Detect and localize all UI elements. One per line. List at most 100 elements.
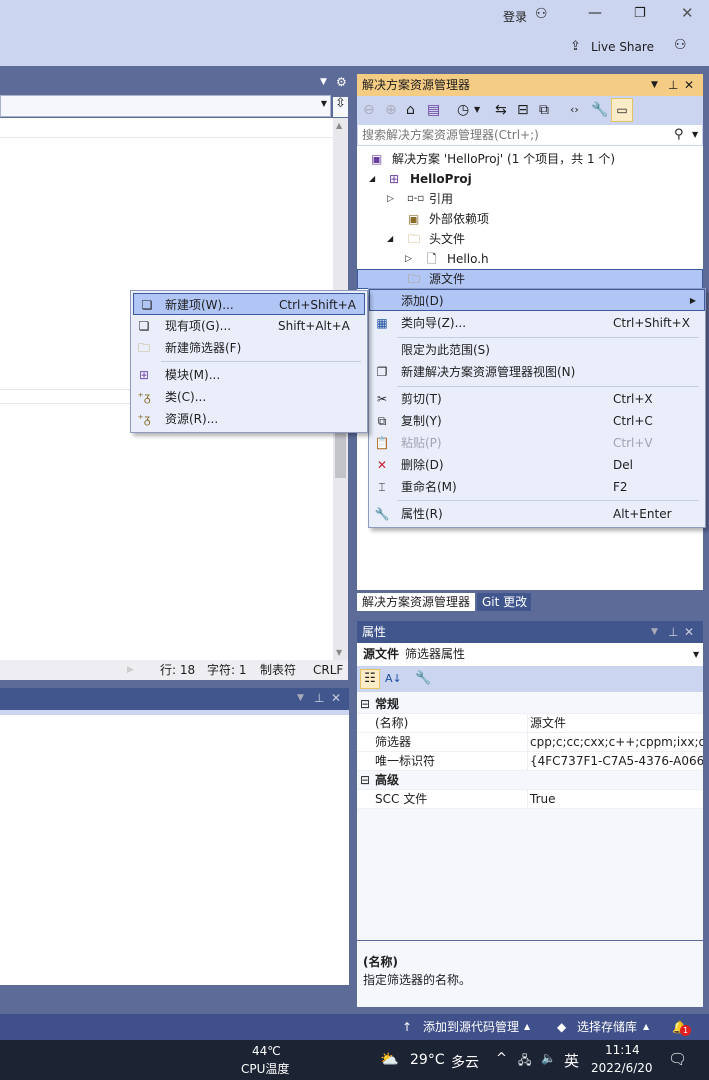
property-value[interactable]: True <box>527 790 703 808</box>
pin-icon[interactable]: ⊥ <box>668 74 678 96</box>
dropdown-icon[interactable]: ▼ <box>474 96 480 124</box>
dropdown-icon[interactable]: ▼ <box>651 621 658 643</box>
close-button[interactable]: ✕ <box>681 6 694 21</box>
menu-item-class-wizard[interactable]: ▦ 类向导(Z)... Ctrl+Shift+X <box>369 312 705 334</box>
category-general[interactable]: ⊟ 常规 <box>357 695 703 714</box>
action-center-icon[interactable]: 🗨 <box>668 1050 687 1068</box>
close-icon[interactable]: ✕ <box>684 621 694 643</box>
back-icon[interactable]: ⊖ <box>363 96 375 124</box>
property-row[interactable]: 唯一标识符 {4FC737F1-C7A5-4376-A066-2 <box>357 752 703 771</box>
select-repo-button[interactable]: 选择存储库 <box>577 1014 637 1040</box>
switch-views-icon[interactable]: ▤ <box>427 96 440 124</box>
clock-time[interactable]: 11:14 <box>605 1043 640 1057</box>
sort-alpha-icon[interactable]: A↓ <box>385 666 402 692</box>
split-icon[interactable]: ⇳ <box>333 97 348 117</box>
dropdown-icon[interactable]: ▼ <box>320 78 327 87</box>
pending-changes-icon[interactable]: ◷ <box>457 96 469 124</box>
tree-item-external-deps[interactable]: ▣ 外部依赖项 <box>357 209 703 229</box>
menu-item-paste[interactable]: 📋 粘贴(P) Ctrl+V <box>369 432 705 454</box>
signin-link[interactable]: 登录 <box>503 8 527 25</box>
search-input[interactable]: 搜索解决方案资源管理器(Ctrl+;) ⚲ ▼ <box>357 124 703 146</box>
property-pages-icon[interactable]: 🔧 <box>415 666 431 692</box>
class-icon: ⁺ᵹ <box>137 390 151 404</box>
menu-item-new-view[interactable]: ❐ 新建解决方案资源管理器视图(N) <box>369 361 705 383</box>
copy-icon: ⧉ <box>377 414 387 428</box>
navigation-dropdown[interactable]: ▼ <box>0 95 331 117</box>
forward-icon[interactable]: ⊕ <box>385 96 397 124</box>
menu-item-properties[interactable]: 🔧 属性(R) Alt+Enter <box>369 503 705 525</box>
tab-solution-explorer[interactable]: 解决方案资源管理器 <box>357 593 475 611</box>
menu-item-add[interactable]: 添加(D) ▶ <box>369 289 705 311</box>
pin-icon[interactable]: ⊥ <box>668 621 678 643</box>
collapse-all-icon[interactable]: ⊟ <box>517 96 529 124</box>
wrench-icon[interactable]: 🔧 <box>591 96 608 124</box>
menu-item-copy[interactable]: ⧉ 复制(Y) Ctrl+C <box>369 410 705 432</box>
menu-item-resource[interactable]: ⁺ᵹ 资源(R)... <box>131 408 367 430</box>
menu-item-new-item[interactable]: ❏ 新建项(W)... Ctrl+Shift+A <box>133 293 365 315</box>
menu-item-scope[interactable]: 限定为此范围(S) <box>369 339 705 361</box>
live-share-button[interactable]: Live Share <box>591 40 654 54</box>
chevron-up-icon[interactable]: ^ <box>496 1051 507 1066</box>
description-text: 指定筛选器的名称。 <box>363 973 472 987</box>
property-value[interactable]: cpp;c;cc;cxx;c++;cppm;ixx;def; <box>527 733 703 751</box>
home-icon[interactable]: ⌂ <box>406 96 415 124</box>
menu-item-delete[interactable]: ✕ 删除(D) Del <box>369 454 705 476</box>
tab-indicator[interactable]: 制表符 <box>260 660 296 680</box>
arrow-up-icon: ↑ <box>402 1020 413 1034</box>
ime-indicator[interactable]: 英 <box>564 1050 579 1071</box>
close-icon[interactable]: ✕ <box>684 74 694 96</box>
object-selector[interactable]: 源文件 筛选器属性 ▼ <box>357 643 703 666</box>
weather-text[interactable]: 多云 <box>451 1052 479 1072</box>
dropdown-icon[interactable]: ▼ <box>692 125 698 145</box>
close-icon[interactable]: ✕ <box>331 691 341 705</box>
property-row[interactable]: 筛选器 cpp;c;cc;cxx;c++;cppm;ixx;def; <box>357 733 703 752</box>
dropdown-icon[interactable]: ▼ <box>651 74 658 96</box>
tree-item-project[interactable]: ◢ ⊞ HelloProj <box>357 169 703 189</box>
tree-item-references[interactable]: ▷ ▫-▫ 引用 <box>357 189 703 209</box>
dropdown-icon[interactable]: ▼ <box>693 643 699 666</box>
tree-item-hello-h[interactable]: ▷ 🗋 Hello.h <box>357 249 703 269</box>
menu-item-module[interactable]: ⊞ 模块(M)... <box>131 364 367 386</box>
add-source-control-button[interactable]: 添加到源代码管理 <box>423 1014 519 1040</box>
tab-git-changes[interactable]: Git 更改 <box>477 593 531 611</box>
preview-icon[interactable]: ▭ <box>611 98 633 122</box>
sync-icon[interactable]: ⇆ <box>495 96 507 124</box>
category-advanced[interactable]: ⊟ 高级 <box>357 771 703 790</box>
search-icon[interactable]: ⚲ <box>674 125 684 145</box>
clock-date[interactable]: 2022/6/20 <box>591 1061 653 1075</box>
property-row[interactable]: SCC 文件 True <box>357 790 703 809</box>
solution-explorer-header: 解决方案资源管理器 ▼ ⊥ ✕ <box>357 74 703 96</box>
menu-item-rename[interactable]: ⌶ 重命名(M) F2 <box>369 476 705 498</box>
property-row[interactable]: (名称) 源文件 <box>357 714 703 733</box>
tree-item-solution[interactable]: ▣ 解决方案 'HelloProj' (1 个项目，共 1 个) <box>357 149 703 169</box>
tree-item-header-files[interactable]: ◢ 🗀 头文件 <box>357 229 703 249</box>
menu-item-class[interactable]: ⁺ᵹ 类(C)... <box>131 386 367 408</box>
show-all-files-icon[interactable]: ⧉ <box>539 96 549 124</box>
module-icon: ⊞ <box>138 368 150 382</box>
volume-icon[interactable]: 🔈 <box>541 1051 556 1065</box>
tree-item-source-files[interactable]: 🗀 源文件 <box>357 269 703 289</box>
property-value[interactable]: {4FC737F1-C7A5-4376-A066-2 <box>527 752 703 770</box>
pin-icon[interactable]: ⊥ <box>314 691 324 705</box>
property-value[interactable]: 源文件 <box>527 714 703 732</box>
categorized-icon[interactable]: ☷ <box>360 669 380 689</box>
dropdown-icon[interactable]: ▼ <box>297 693 304 703</box>
scrollbar-thumb[interactable] <box>335 428 346 478</box>
solution-explorer-toolbar: ⊖ ⊕ ⌂ ▤ ◷ ▼ ⇆ ⊟ ⧉ ‹› 🔧 ▭ <box>357 96 703 124</box>
weather-temp[interactable]: 29°C <box>410 1052 445 1068</box>
menu-item-existing-item[interactable]: ❏ 现有项(G)... Shift+Alt+A <box>131 315 367 337</box>
minimize-button[interactable]: — <box>588 6 602 20</box>
delete-icon: ✕ <box>376 458 388 472</box>
feedback-icon[interactable]: ⚇ <box>674 38 687 52</box>
share-icon: ⇪ <box>570 39 581 54</box>
restore-button[interactable]: ❐ <box>634 7 646 20</box>
tree-label: 外部依赖项 <box>429 212 490 226</box>
account-icon[interactable]: ⚇ <box>535 7 548 21</box>
property-key: 筛选器 <box>375 735 412 749</box>
menu-item-new-filter[interactable]: 🗀 新建筛选器(F) <box>131 337 367 359</box>
network-icon[interactable]: 🖧 <box>518 1051 531 1072</box>
eol-indicator[interactable]: CRLF <box>313 660 343 680</box>
code-view-icon[interactable]: ‹› <box>570 96 579 124</box>
menu-item-cut[interactable]: ✂ 剪切(T) Ctrl+X <box>369 388 705 410</box>
gear-icon[interactable]: ⚙ <box>336 76 347 88</box>
